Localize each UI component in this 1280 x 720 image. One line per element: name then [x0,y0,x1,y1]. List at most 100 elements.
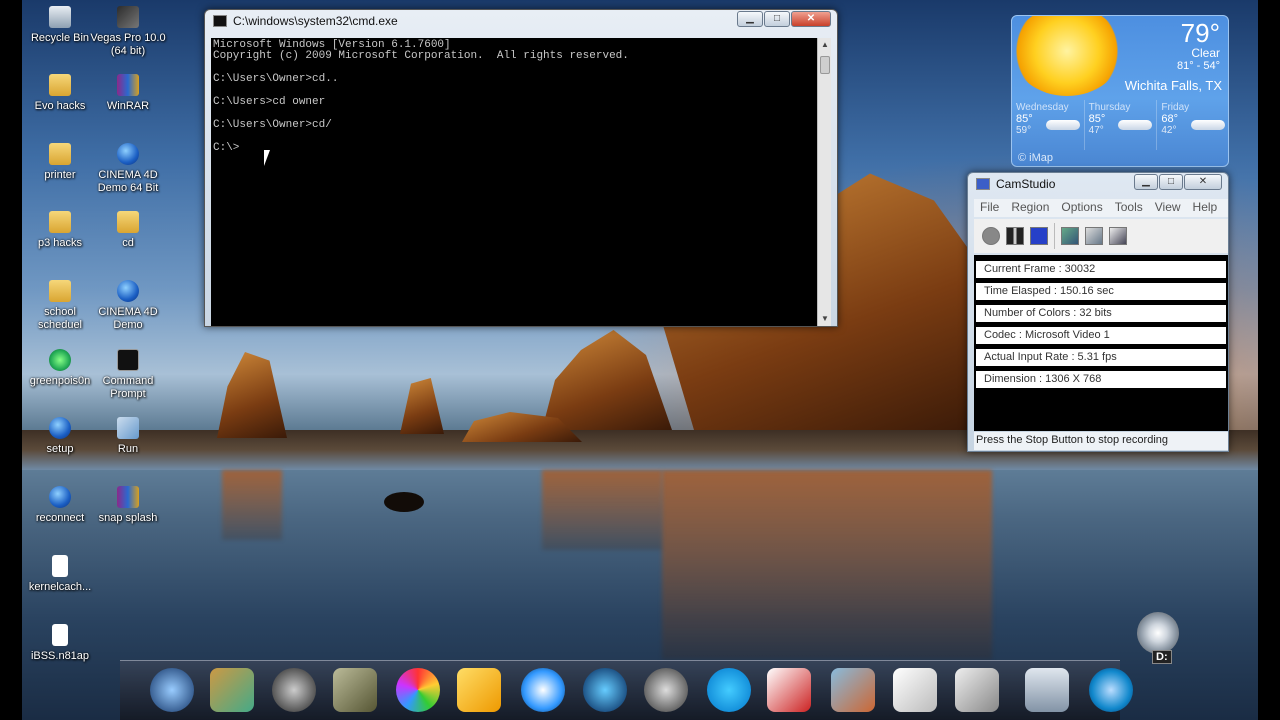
annotation-icon[interactable] [1061,227,1079,245]
books-icon[interactable] [210,668,254,712]
camstudio-menubar: File Region Options Tools View Help [974,199,1228,217]
desktop-icon[interactable]: Run [90,417,166,456]
film-reel-icon[interactable] [644,668,688,712]
video-options-icon[interactable] [1085,227,1103,245]
weather-hilo: 81° - 54° [1176,60,1220,72]
minimize-button[interactable]: ▁ [737,11,763,27]
camstudio-window[interactable]: CamStudio ▁ □ ✕ File Region Options Tools Vi… [967,172,1229,452]
run-icon [117,417,139,439]
desktop-icon[interactable]: snap splash [90,486,166,525]
desktop-icon[interactable]: CINEMA 4D Demo 64 Bit [90,143,166,195]
stat-row: Time Elasped : 150.16 sec [976,283,1226,300]
desktop-icon-label: Run [117,443,139,455]
desktop-icon-label: school scheduel [37,306,83,331]
cmd-scrollbar[interactable]: ▲ ▼ [817,38,831,326]
desktop-icon-label: Recycle Bin [30,32,90,44]
desktop-icon[interactable]: Command Prompt [90,349,166,401]
window-controls: ▁ □ ✕ [737,11,831,27]
scroll-down-icon[interactable]: ▼ [818,312,832,326]
folder-icon [49,143,71,165]
desktop-icon-label: snap splash [98,512,158,524]
desktop-icon-label: WinRAR [106,100,150,112]
outlook-icon[interactable] [457,668,501,712]
forecast-day-name: Wednesday [1016,102,1069,113]
minimize-button[interactable]: ▁ [1134,174,1158,190]
menu-item[interactable]: File [974,199,1005,217]
desktop-icon[interactable]: greenpois0n [22,349,98,388]
pinwheel-icon[interactable] [396,668,440,712]
desktop-icon[interactable]: kernelcach... [22,555,98,594]
menu-item[interactable]: Help [1187,199,1224,217]
skype-icon[interactable] [707,668,751,712]
cmd-title: C:\windows\system32\cmd.exe [233,14,398,28]
stop-icon[interactable] [1030,227,1048,245]
console-line: C:\Users>cd owner [213,95,326,108]
cloud-icon [1118,120,1153,130]
drive-label[interactable]: D: [1152,650,1172,664]
menu-item[interactable]: View [1149,199,1187,217]
scroll-up-icon[interactable]: ▲ [818,38,832,52]
itunes-icon[interactable] [583,668,627,712]
menu-item[interactable]: Options [1055,199,1108,217]
menu-item[interactable]: Tools [1109,199,1149,217]
desktop-icon[interactable]: Recycle Bin [22,6,98,45]
cinema4d-icon [117,280,139,302]
desktop-icon-label: cd [122,237,134,249]
folder-icon [49,280,71,302]
gimp-icon[interactable] [333,668,377,712]
close-button[interactable]: ✕ [791,11,831,27]
desktop-icon[interactable]: school scheduel [22,280,98,332]
weather-temperature: 79° [1180,18,1220,48]
forecast-day: Wednesday 85° 59° [1012,100,1085,150]
swf-icon[interactable] [1109,227,1127,245]
ie-icon[interactable] [1089,668,1133,712]
maximize-button[interactable]: □ [764,11,790,27]
notepad-icon[interactable] [893,668,937,712]
record-icon[interactable] [982,227,1000,245]
weather-brand[interactable]: © iMap [1018,152,1053,164]
toolbar-separator [1054,223,1055,249]
console-line: C:\> [213,141,240,154]
weather-gadget[interactable]: 79° Clear 81° - 54° Wichita Falls, TX We… [1011,15,1229,167]
camstudio-icon [976,178,990,190]
maximize-button[interactable]: □ [1159,174,1183,190]
desktop-icon-label: greenpois0n [29,375,91,387]
menu-item[interactable]: Region [1005,199,1055,217]
file-icon [52,624,68,646]
cards-icon[interactable] [767,668,811,712]
globe-icon[interactable] [150,668,194,712]
desktop-icon-label: Vegas Pro 10.0 (64 bit) [90,32,166,57]
dvd-drive-icon[interactable] [1137,612,1179,654]
cmd-window[interactable]: C:\windows\system32\cmd.exe ▁ □ ✕ Micros… [204,9,838,327]
trash-icon[interactable] [1025,668,1069,712]
desktop-icon[interactable]: Evo hacks [22,74,98,113]
video-editor-icon[interactable] [831,668,875,712]
help-icon[interactable] [955,668,999,712]
stat-row: Dimension : 1306 X 768 [976,371,1226,388]
desktop-icon[interactable]: reconnect [22,486,98,525]
desktop-icon[interactable]: cd [90,211,166,250]
pause-icon[interactable] [1006,227,1024,245]
desktop-icon-label: iBSS.n81ap [30,650,90,662]
cmd-console[interactable]: Microsoft Windows [Version 6.1.7600] Copy… [211,38,817,326]
desktop-icon-label: kernelcach... [28,581,92,593]
cmd-icon [117,349,139,371]
scrollbar-thumb[interactable] [820,56,830,74]
close-button[interactable]: ✕ [1184,174,1222,190]
mouse-cursor-icon [264,150,276,166]
weather-condition: Clear [1191,46,1220,60]
desktop-icon[interactable]: Vegas Pro 10.0 (64 bit) [90,6,166,58]
desktop-icon[interactable]: WinRAR [90,74,166,113]
desktop-icon[interactable]: iBSS.n81ap [22,624,98,663]
wallpaper-reflection [542,470,662,550]
desktop-icon[interactable]: p3 hacks [22,211,98,250]
headphones-icon[interactable] [272,668,316,712]
safari-icon[interactable] [521,668,565,712]
window-controls: ▁ □ ✕ [1134,174,1222,190]
folder-icon [117,211,139,233]
desktop-icon-label: CINEMA 4D Demo [98,306,158,331]
desktop-icon[interactable]: setup [22,417,98,456]
desktop-icon[interactable]: CINEMA 4D Demo [90,280,166,332]
desktop-icon[interactable]: printer [22,143,98,182]
